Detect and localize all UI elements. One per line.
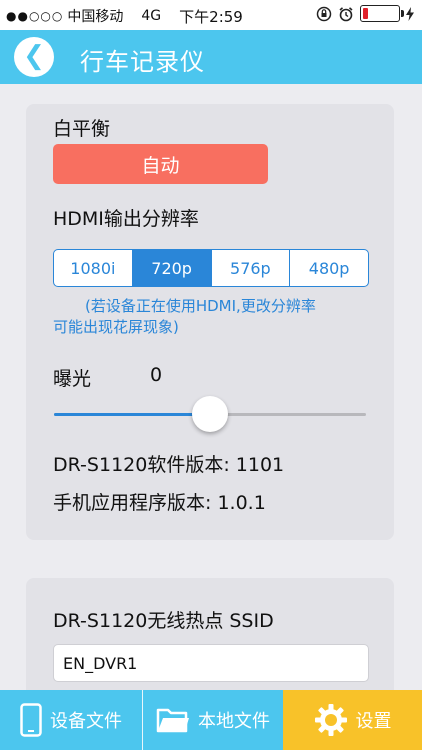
- status-bar: ●●○○○ 中国移动 4G 下午2:59: [0, 0, 422, 30]
- gear-icon: [314, 704, 347, 736]
- chevron-left-icon: ❮: [23, 40, 45, 71]
- charging-bolt-icon: [406, 6, 414, 21]
- battery-level: [363, 8, 368, 19]
- folder-icon: [156, 708, 189, 733]
- hdmi-resolution-selector: 1080i 720p 576p 480p: [53, 249, 369, 287]
- hdmi-hint-line2: 可能出现花屏现象): [53, 318, 179, 336]
- back-button[interactable]: ❮: [14, 37, 54, 77]
- hdmi-hint-line1: (若设备正在使用HDMI,更改分辨率: [85, 297, 316, 315]
- page-title: 行车记录仪: [80, 48, 205, 76]
- ssid-label: DR-S1120无线热点 SSID: [53, 610, 274, 632]
- battery-icon: [360, 5, 404, 22]
- bottom-tab-bar: 设备文件 本地文件 设置: [0, 690, 422, 750]
- exposure-slider-thumb[interactable]: [192, 396, 228, 432]
- tab-device-files[interactable]: 设备文件: [0, 690, 143, 750]
- ssid-input[interactable]: EN_DVR1: [53, 644, 369, 682]
- tab-local-files[interactable]: 本地文件: [143, 690, 283, 750]
- hdmi-resolution-label: HDMI输出分辨率: [53, 208, 199, 230]
- white-balance-button[interactable]: 自动: [53, 144, 268, 184]
- tab-device-files-label: 设备文件: [50, 711, 122, 732]
- wifi-settings-card: DR-S1120无线热点 SSID EN_DVR1: [26, 578, 394, 708]
- hdmi-option-480p[interactable]: 480p: [290, 250, 368, 286]
- tab-settings-label: 设置: [355, 711, 392, 732]
- alarm-icon: [339, 6, 353, 21]
- hdmi-option-576p[interactable]: 576p: [212, 250, 291, 286]
- hdmi-option-1080i[interactable]: 1080i: [54, 250, 133, 286]
- hdmi-warning-hint: (若设备正在使用HDMI,更改分辨率 可能出现花屏现象): [53, 296, 373, 338]
- tab-local-files-label: 本地文件: [198, 711, 270, 732]
- firmware-version: DR-S1120软件版本: 1101: [53, 454, 285, 476]
- hdmi-option-720p[interactable]: 720p: [132, 250, 212, 286]
- camera-settings-card: 白平衡 自动 HDMI输出分辨率 1080i 720p 576p 480p (若…: [26, 104, 394, 540]
- app-version: 手机应用程序版本: 1.0.1: [53, 492, 266, 514]
- status-right: [316, 5, 414, 22]
- phone-icon: [20, 703, 42, 737]
- nav-header: ❮ 行车记录仪: [0, 30, 422, 84]
- exposure-value: 0: [150, 364, 163, 386]
- rotation-lock-icon: [316, 6, 332, 21]
- exposure-label: 曝光: [53, 368, 92, 390]
- exposure-slider-fill: [54, 413, 210, 416]
- tab-settings[interactable]: 设置: [283, 690, 422, 750]
- white-balance-label: 白平衡: [53, 118, 111, 140]
